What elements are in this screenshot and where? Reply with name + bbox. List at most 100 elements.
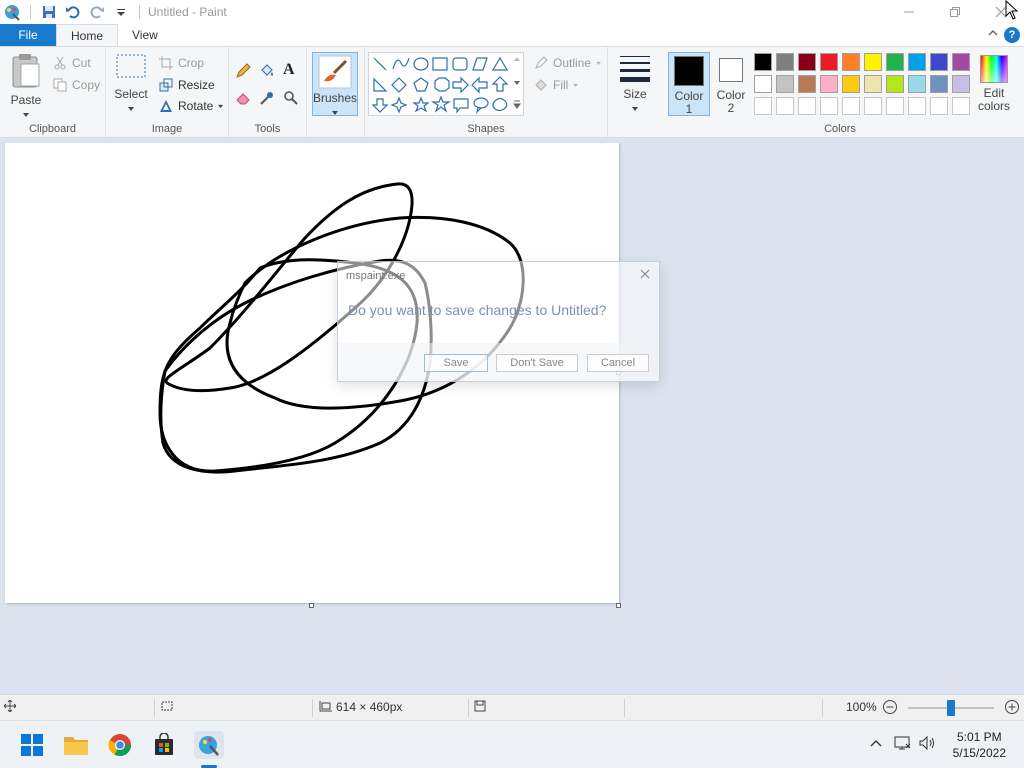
resize-button[interactable]: Resize: [158, 77, 215, 93]
status-bar: 614 × 460px 100%: [0, 694, 1024, 720]
size-button[interactable]: Size: [614, 53, 656, 115]
file-explorer-icon[interactable]: [62, 731, 90, 759]
zoom-out-button[interactable]: [882, 699, 898, 715]
custom-color-slot[interactable]: [864, 97, 882, 115]
dialog-close-button[interactable]: [637, 266, 653, 282]
color-swatch[interactable]: [908, 75, 926, 93]
shapes-gallery-icons[interactable]: [369, 53, 525, 117]
volume-icon[interactable]: [918, 735, 936, 751]
resize-icon: [158, 77, 174, 93]
color-swatch[interactable]: [930, 75, 948, 93]
dont-save-button[interactable]: Don't Save: [496, 354, 578, 372]
color-swatch[interactable]: [952, 53, 970, 71]
colors-group: Colors: [750, 47, 970, 137]
resize-handle-corner[interactable]: [616, 603, 621, 608]
color-swatch[interactable]: [886, 53, 904, 71]
start-button-icon[interactable]: [18, 731, 46, 759]
tab-view[interactable]: View: [118, 24, 172, 46]
show-hidden-icons-icon[interactable]: [868, 735, 884, 751]
customize-qat-icon[interactable]: [111, 2, 131, 22]
pencil-icon[interactable]: [235, 63, 251, 79]
color-swatch[interactable]: [820, 75, 838, 93]
color-swatch[interactable]: [776, 53, 794, 71]
color2-label-line2: 2: [727, 101, 735, 115]
edit-colors-button[interactable]: Edit colors: [974, 53, 1014, 117]
custom-color-slot[interactable]: [886, 97, 904, 115]
color-swatch[interactable]: [908, 53, 926, 71]
color-swatch[interactable]: [864, 75, 882, 93]
color-swatch[interactable]: [842, 75, 860, 93]
outline-button[interactable]: Outline: [533, 55, 602, 71]
eraser-icon[interactable]: [235, 90, 251, 106]
taskbar-clock[interactable]: 5:01 PM 5/15/2022: [953, 729, 1006, 761]
tab-file[interactable]: File: [0, 24, 56, 46]
zoom-slider-thumb[interactable]: [947, 700, 955, 716]
minimize-button[interactable]: [886, 0, 932, 24]
save-changes-dialog: mspaint.exe Do you want to save changes …: [337, 261, 660, 382]
paint-taskbar-icon[interactable]: [194, 731, 224, 759]
color-swatch[interactable]: [754, 53, 772, 71]
brushes-label: Brushes: [313, 91, 358, 105]
tab-home[interactable]: Home: [56, 24, 119, 46]
text-tool-icon[interactable]: A: [283, 61, 295, 79]
store-icon[interactable]: [150, 731, 178, 759]
canvas-workspace[interactable]: [0, 138, 1024, 694]
color-swatch[interactable]: [798, 75, 816, 93]
color-swatch[interactable]: [776, 75, 794, 93]
resize-handle-bottom[interactable]: [309, 603, 314, 608]
color-swatch[interactable]: [798, 53, 816, 71]
image-group-label: Image: [151, 123, 183, 135]
brushes-button[interactable]: Brushes: [312, 52, 358, 116]
redo-icon[interactable]: [87, 2, 107, 22]
clipboard-group-label: Clipboard: [28, 123, 77, 135]
quick-access-toolbar: [0, 2, 144, 22]
save-button[interactable]: Save: [424, 354, 488, 372]
collapse-ribbon-icon[interactable]: [988, 27, 998, 41]
help-icon[interactable]: ?: [1004, 27, 1020, 43]
fill-bucket-icon[interactable]: [259, 63, 275, 79]
cut-button[interactable]: Cut: [52, 55, 91, 71]
custom-color-slot[interactable]: [908, 97, 926, 115]
zoom-in-button[interactable]: [1004, 699, 1020, 715]
dialog-title: mspaint.exe: [346, 270, 406, 282]
select-button[interactable]: Select: [112, 53, 150, 115]
paint-app-icon[interactable]: [2, 2, 22, 22]
crop-label: Crop: [178, 56, 205, 70]
color-picker-icon[interactable]: [259, 90, 275, 106]
window-title: Untitled - Paint: [148, 5, 227, 19]
copy-button[interactable]: Copy: [52, 77, 100, 93]
rotate-button[interactable]: Rotate: [158, 98, 224, 114]
fill-icon: [533, 77, 549, 93]
color-swatch[interactable]: [842, 53, 860, 71]
custom-color-slot[interactable]: [754, 97, 772, 115]
paste-button[interactable]: Paste: [6, 51, 46, 117]
shapes-group-label: Shapes: [467, 123, 505, 135]
restore-button[interactable]: [932, 0, 978, 24]
save-icon[interactable]: [39, 2, 59, 22]
color-swatch[interactable]: [864, 53, 882, 71]
color-swatch[interactable]: [930, 53, 948, 71]
magnifier-icon[interactable]: [283, 90, 299, 106]
crop-button[interactable]: Crop: [158, 55, 204, 71]
custom-color-slot[interactable]: [930, 97, 948, 115]
color-swatch[interactable]: [952, 75, 970, 93]
fill-button[interactable]: Fill: [533, 77, 579, 93]
edit-colors-label-line2: colors: [977, 99, 1010, 113]
color-swatch[interactable]: [886, 75, 904, 93]
undo-icon[interactable]: [63, 2, 83, 22]
chrome-icon[interactable]: [106, 731, 134, 759]
color2-button[interactable]: Color 2: [712, 52, 750, 116]
shapes-scroll[interactable]: [511, 53, 523, 115]
custom-color-slot[interactable]: [952, 97, 970, 115]
network-icon[interactable]: [894, 735, 912, 751]
custom-color-slot[interactable]: [776, 97, 794, 115]
custom-color-slot[interactable]: [798, 97, 816, 115]
ribbon: Paste Cut Copy Clipboard Select Crop Res…: [0, 46, 1024, 138]
color-swatch[interactable]: [754, 75, 772, 93]
outline-dropdown-icon: [596, 61, 602, 65]
color-swatch[interactable]: [820, 53, 838, 71]
cancel-button[interactable]: Cancel: [587, 354, 649, 372]
color1-button[interactable]: Color 1: [668, 52, 710, 116]
custom-color-slot[interactable]: [820, 97, 838, 115]
custom-color-slot[interactable]: [842, 97, 860, 115]
